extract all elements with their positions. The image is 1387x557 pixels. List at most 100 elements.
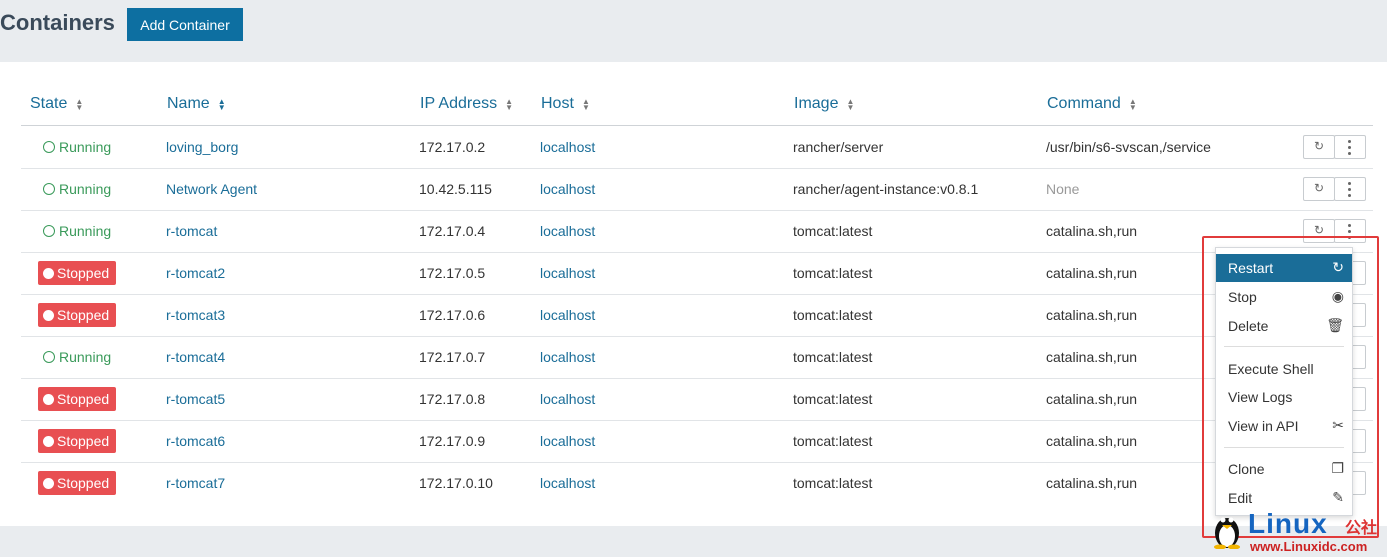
image-name: tomcat:latest [793,433,873,449]
restart-icon: ↻ [1313,223,1325,237]
container-name-link[interactable]: r-tomcat3 [166,307,225,323]
ip-address: 172.17.0.2 [419,139,486,155]
column-header-ip[interactable]: IP Address ▲ ▼ [420,95,514,113]
column-header-host[interactable]: Host ▲ ▼ [541,95,591,113]
ip-address: 172.17.0.7 [419,349,486,365]
status-running: Running [43,139,111,155]
running-icon [43,351,55,363]
command: catalina.sh,run [1046,475,1138,491]
image-name: tomcat:latest [793,265,873,281]
column-header-image[interactable]: Image ▲ ▼ [794,95,855,113]
column-header-name[interactable]: Name ▲ ▼ [167,95,227,113]
host-link[interactable]: localhost [540,349,595,365]
penguin-logo [1214,517,1240,549]
host-link[interactable]: localhost [540,391,595,407]
image-name: tomcat:latest [793,475,873,491]
sort-icon: ▲ ▼ [505,97,514,112]
table-row: Running Network Agent 10.42.5.115 localh… [21,168,1373,211]
host-link[interactable]: localhost [540,181,595,197]
restart-icon: ↻ [1313,139,1325,153]
ip-address: 10.42.5.115 [419,181,492,197]
running-icon [43,183,55,195]
table-row: Stopped r-tomcat7 172.17.0.10 localhost … [21,462,1373,504]
table-row: Running r-tomcat4 172.17.0.7 localhost t… [21,336,1373,379]
sort-icon: ▲ ▼ [1128,97,1137,112]
table-row: Stopped r-tomcat3 172.17.0.6 localhost t… [21,294,1373,337]
command: catalina.sh,run [1046,223,1138,239]
page-header: Containers Add Container [0,0,1387,62]
command: catalina.sh,run [1046,265,1138,281]
ip-address: 172.17.0.8 [419,391,486,407]
ip-address: 172.17.0.9 [419,433,486,449]
watermark-cn: 公社 [1345,520,1378,537]
stopped-icon [43,436,54,447]
host-link[interactable]: localhost [540,475,595,491]
containers-table: State ▲ ▼ Name ▲ ▼ IP Address ▲ ▼ Host ▲ ▼ Image… [0,62,1387,526]
running-icon [43,141,55,153]
image-name: tomcat:latest [793,307,873,323]
container-name-link[interactable]: r-tomcat [166,223,217,239]
ip-address: 172.17.0.5 [419,265,486,281]
row-more-actions-button[interactable] [1334,135,1366,159]
command: catalina.sh,run [1046,391,1138,407]
watermark-brand: Linux [1248,508,1328,539]
ip-address: 172.17.0.4 [419,223,486,239]
sort-icon: ▲ ▼ [217,97,226,112]
stopped-icon [43,394,54,405]
table-row: Stopped r-tomcat2 172.17.0.5 localhost t… [21,252,1373,295]
host-link[interactable]: localhost [540,265,595,281]
restart-icon: ↻ [1313,181,1325,195]
image-name: tomcat:latest [793,349,873,365]
column-header-command[interactable]: Command ▲ ▼ [1047,95,1138,113]
table-row: Stopped r-tomcat6 172.17.0.9 localhost t… [21,420,1373,463]
container-name-link[interactable]: Network Agent [166,181,257,197]
container-name-link[interactable]: r-tomcat4 [166,349,225,365]
status-stopped-badge: Stopped [38,471,116,495]
command: catalina.sh,run [1046,433,1138,449]
command: catalina.sh,run [1046,349,1138,365]
sort-icon: ▲ ▼ [846,97,855,112]
table-row: Stopped r-tomcat5 172.17.0.8 localhost t… [21,378,1373,421]
row-restart-button[interactable]: ↻ [1303,177,1335,201]
container-name-link[interactable]: loving_borg [166,139,238,155]
stopped-icon [43,268,54,279]
row-restart-button[interactable]: ↻ [1303,135,1335,159]
image-name: tomcat:latest [793,223,873,239]
table-row: Running loving_borg 172.17.0.2 localhost… [21,126,1373,169]
watermark-url: www.Linuxidc.com [1250,539,1368,554]
status-running: Running [43,349,111,365]
more-vertical-icon [1348,182,1351,200]
host-link[interactable]: localhost [540,223,595,239]
ip-address: 172.17.0.6 [419,307,486,323]
status-stopped-badge: Stopped [38,429,116,453]
image-name: rancher/server [793,139,884,155]
sort-icon: ▲ ▼ [75,97,84,112]
host-link[interactable]: localhost [540,307,595,323]
highlight-annotation-box [1202,236,1379,538]
running-icon [43,225,55,237]
command: None [1046,181,1080,197]
ip-address: 172.17.0.10 [419,475,493,491]
host-link[interactable]: localhost [540,139,595,155]
container-name-link[interactable]: r-tomcat5 [166,391,225,407]
status-running: Running [43,181,111,197]
command: catalina.sh,run [1046,307,1138,323]
status-stopped-badge: Stopped [38,261,116,285]
add-container-button[interactable]: Add Container [127,8,243,41]
page-title: Containers [0,10,115,35]
container-name-link[interactable]: r-tomcat6 [166,433,225,449]
container-name-link[interactable]: r-tomcat2 [166,265,225,281]
host-link[interactable]: localhost [540,433,595,449]
command: /usr/bin/s6-svscan,/service [1046,139,1211,155]
row-more-actions-button[interactable] [1334,177,1366,201]
image-name: tomcat:latest [793,391,873,407]
container-name-link[interactable]: r-tomcat7 [166,475,225,491]
status-running: Running [43,223,111,239]
column-header-state[interactable]: State ▲ ▼ [30,95,84,113]
image-name: rancher/agent-instance:v0.8.1 [793,181,979,197]
stopped-icon [43,478,54,489]
sort-icon: ▲ ▼ [581,97,590,112]
more-vertical-icon [1348,140,1351,158]
table-row: Running r-tomcat 172.17.0.4 localhost to… [21,210,1373,253]
stopped-icon [43,310,54,321]
